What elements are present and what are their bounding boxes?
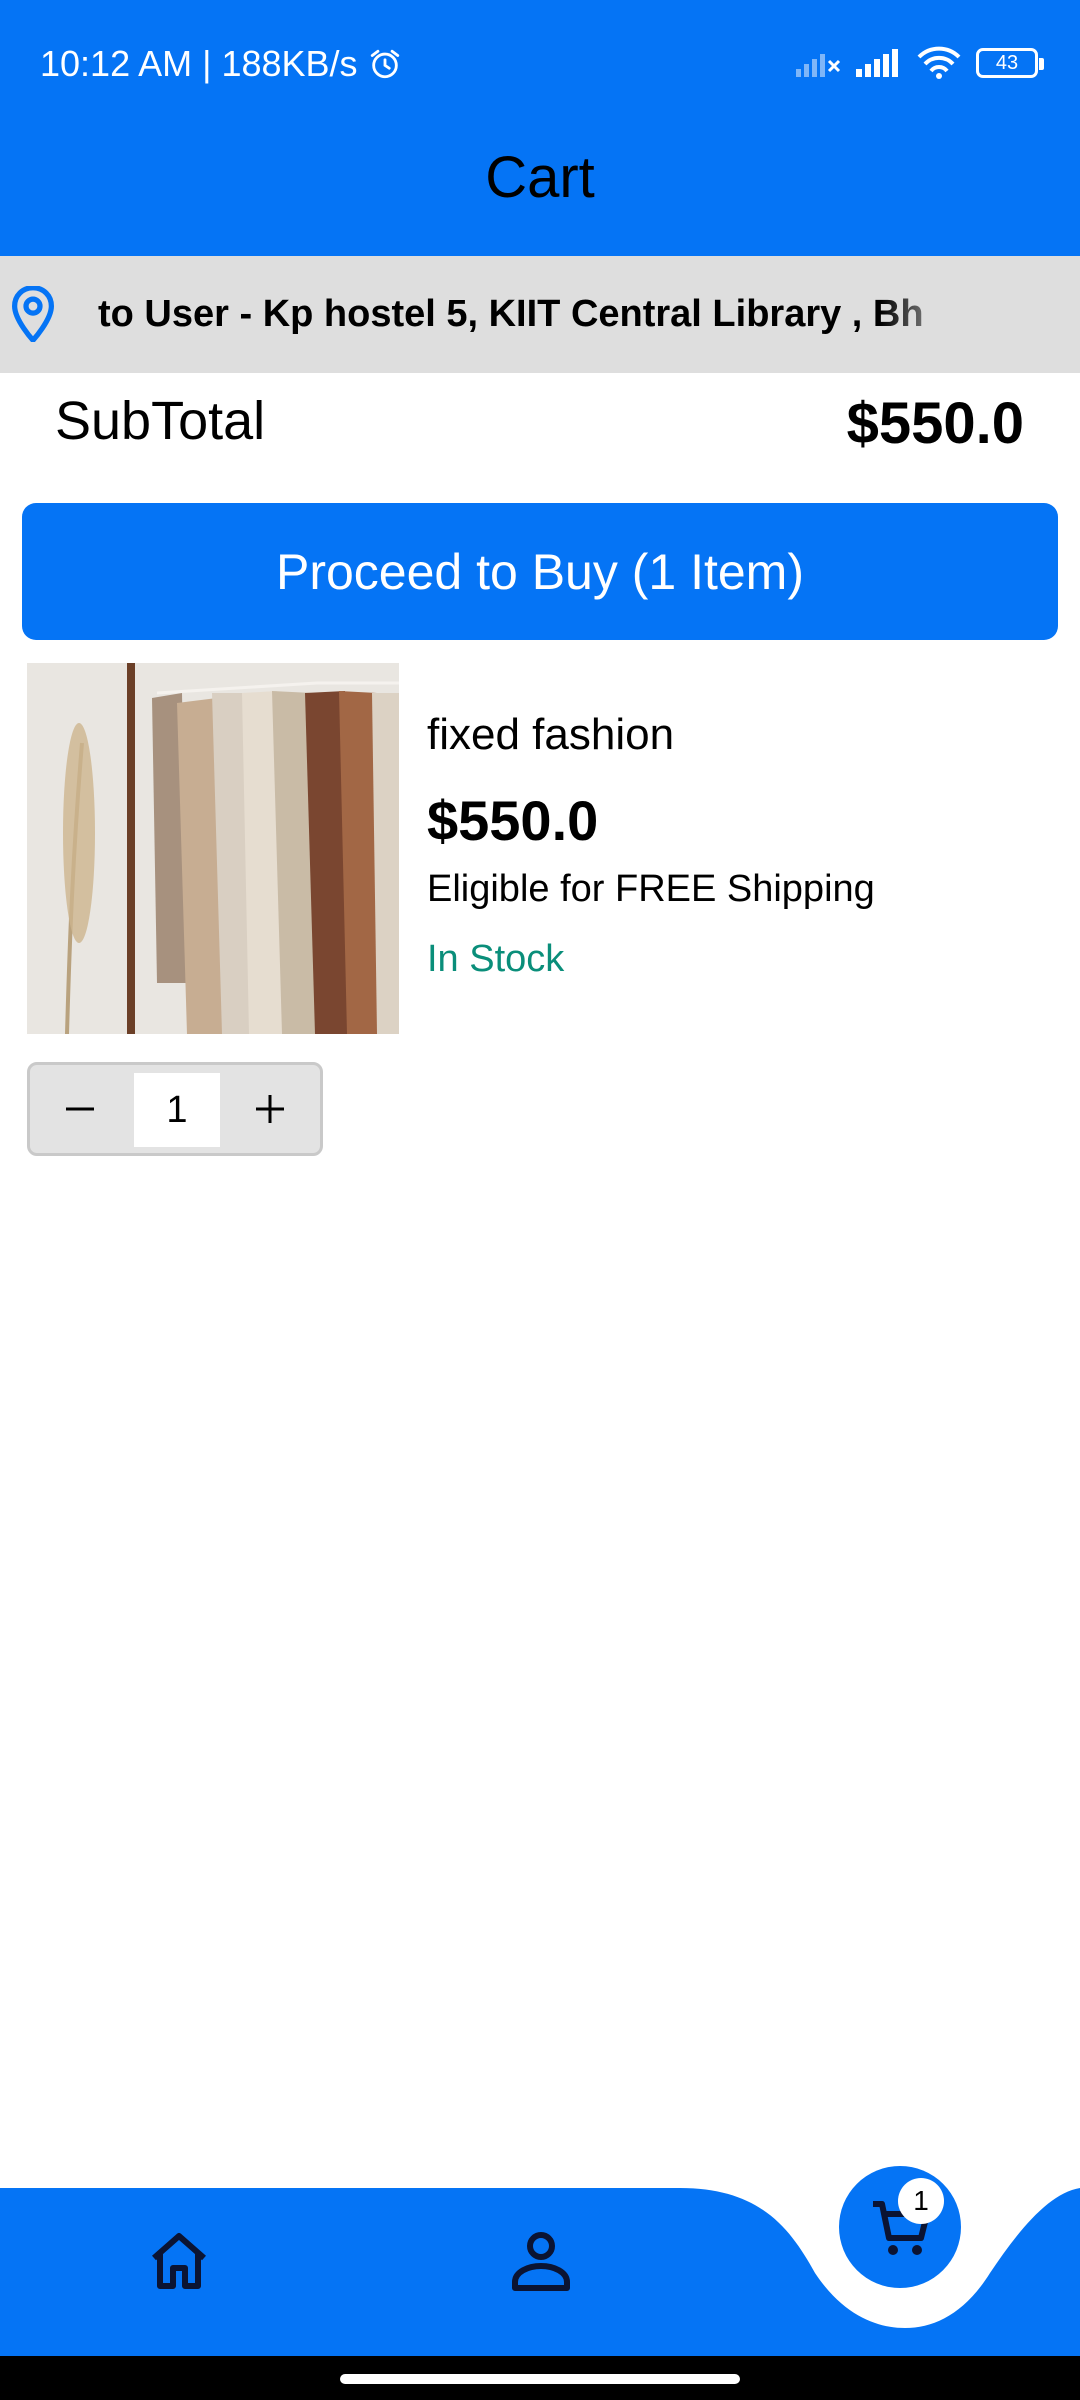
system-gesture-bar: [0, 2356, 1080, 2400]
nav-profile-button[interactable]: [510, 2228, 572, 2292]
status-time-speed: 10:12 AM | 188KB/s: [40, 43, 358, 84]
delivery-address-text: to User - Kp hostel 5, KIIT Central Libr…: [98, 293, 924, 335]
subtotal-value: $550.0: [846, 391, 1024, 456]
quantity-value: 1: [134, 1073, 220, 1147]
address-fade-overlay: [880, 256, 1080, 373]
cart-count-badge: 1: [898, 2178, 944, 2224]
subtotal-label: SubTotal: [55, 391, 266, 451]
wifi-icon: [917, 46, 961, 79]
status-right: 43: [794, 45, 1044, 81]
profile-icon: [512, 2232, 570, 2291]
page-title: Cart: [0, 130, 1080, 256]
status-bar: 10:12 AM | 188KB/s 43: [0, 0, 1080, 130]
minus-icon: [66, 1107, 94, 1111]
signal-icon: [856, 49, 898, 77]
nav-cart-button[interactable]: [839, 2166, 961, 2288]
home-gesture-handle[interactable]: [340, 2374, 740, 2384]
stock-status: In Stock: [427, 938, 565, 980]
product-price: $550.0: [427, 789, 599, 852]
increase-quantity-button[interactable]: [220, 1065, 320, 1153]
location-pin-icon: [12, 286, 54, 342]
clothes-rack-illustration: [27, 663, 399, 1034]
home-icon: [152, 2233, 206, 2289]
plus-icon: [256, 1095, 284, 1123]
product-image[interactable]: [27, 663, 399, 1034]
battery-icon: 43: [976, 48, 1044, 78]
status-left: 10:12 AM | 188KB/s: [40, 43, 402, 85]
shipping-info: Eligible for FREE Shipping: [427, 868, 875, 910]
signal-off-icon: [796, 54, 841, 77]
nav-home-button[interactable]: [148, 2228, 210, 2292]
proceed-to-buy-button[interactable]: Proceed to Buy (1 Item): [22, 503, 1058, 640]
battery-level: 43: [995, 52, 1019, 74]
delivery-address-bar[interactable]: to User - Kp hostel 5, KIIT Central Libr…: [0, 256, 1080, 373]
quantity-stepper: 1: [27, 1062, 323, 1156]
decrease-quantity-button[interactable]: [30, 1065, 130, 1153]
product-name[interactable]: fixed fashion: [427, 710, 674, 760]
alarm-icon: [370, 49, 399, 79]
